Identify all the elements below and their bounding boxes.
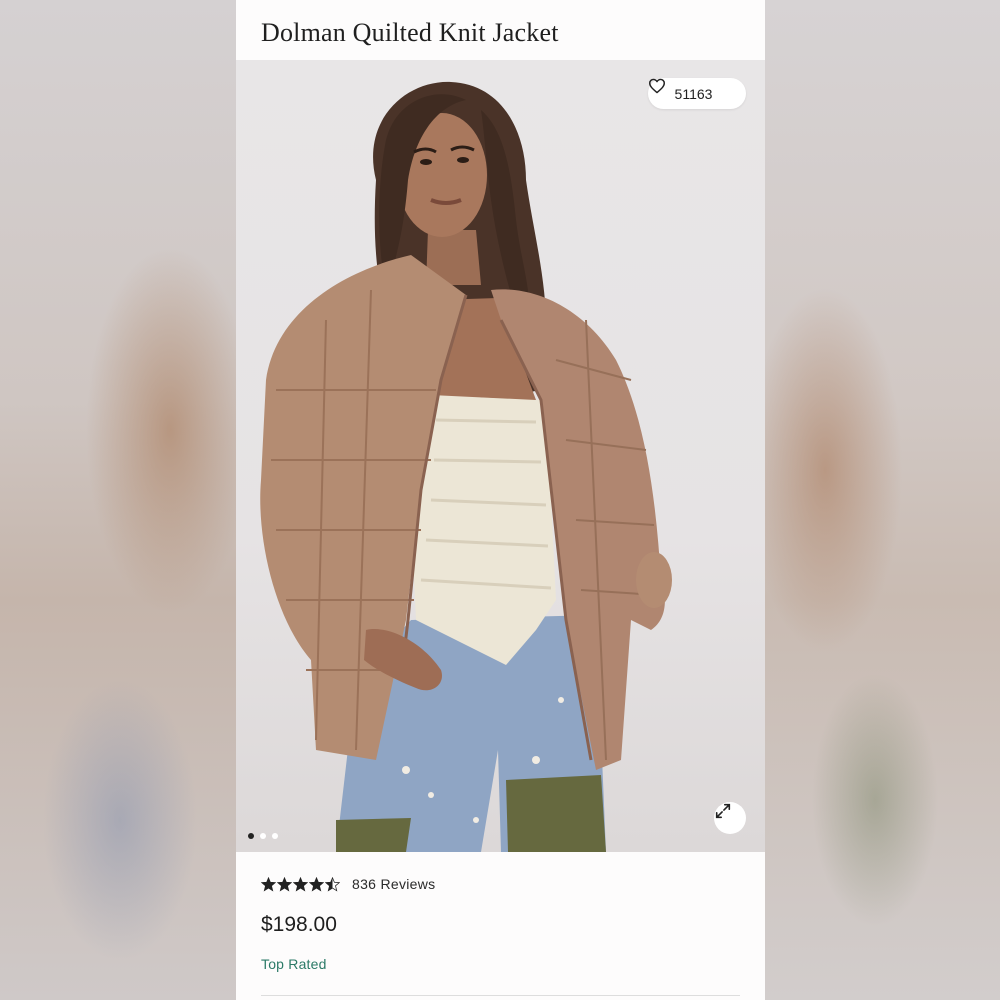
- star-icon: [309, 876, 324, 891]
- reviews-link[interactable]: 836 Reviews: [352, 876, 435, 892]
- like-count: 51163: [674, 85, 713, 102]
- star-rating: [261, 876, 340, 892]
- product-price: $198.00: [261, 913, 337, 936]
- star-icon: [325, 876, 340, 891]
- carousel-dot[interactable]: [272, 833, 278, 839]
- like-button[interactable]: 51163: [648, 78, 746, 109]
- rating-row: 836 Reviews: [261, 876, 435, 892]
- blurred-background-left: [0, 0, 236, 1000]
- product-card: Dolman Quilted Knit Jacket 51163 836 Rev…: [236, 0, 765, 1000]
- carousel-dot[interactable]: [260, 833, 266, 839]
- carousel-dots: [248, 833, 278, 839]
- star-icon: [293, 876, 308, 891]
- product-title: Dolman Quilted Knit Jacket: [261, 18, 559, 47]
- expand-image-button[interactable]: [714, 802, 746, 834]
- product-image-carousel[interactable]: 51163: [236, 60, 765, 852]
- star-icon: [261, 876, 276, 891]
- divider: [261, 995, 740, 996]
- carousel-dot[interactable]: [248, 833, 254, 839]
- top-rated-badge: Top Rated: [261, 956, 327, 972]
- star-icon: [277, 876, 292, 891]
- product-photo: [260, 81, 672, 852]
- blurred-background-right: [765, 0, 1000, 1000]
